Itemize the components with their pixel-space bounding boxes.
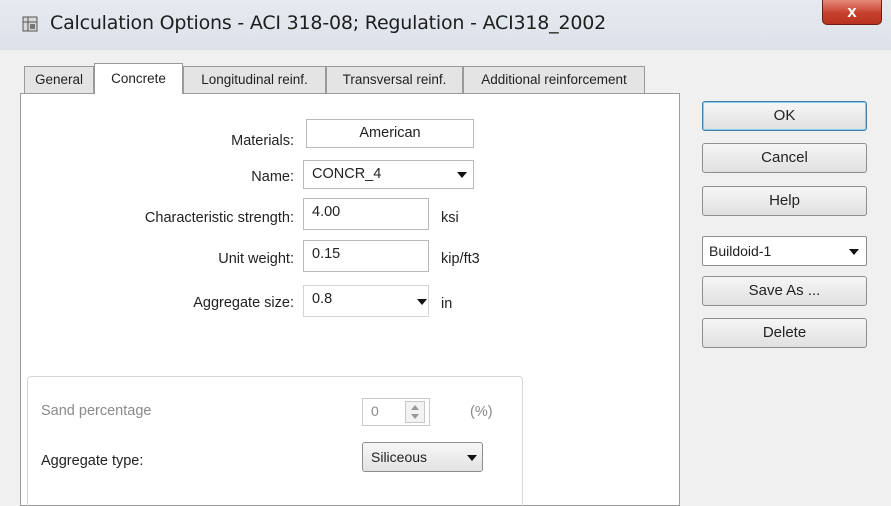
sand-percentage-stepper[interactable]: 0 (362, 398, 430, 426)
tab-transversal-reinf[interactable]: Transversal reinf. (326, 66, 463, 93)
aggregate-group (27, 376, 523, 506)
preset-select[interactable]: Buildoid-1 (702, 236, 867, 266)
chevron-down-icon (849, 249, 859, 255)
materials-field[interactable]: American (306, 119, 474, 148)
aggregate-type-value: Siliceous (371, 449, 428, 465)
calculation-options-dialog: Calculation Options - ACI 318-08; Regula… (0, 0, 891, 506)
app-icon (22, 16, 38, 32)
aggregate-size-label: Aggregate size: (193, 295, 294, 311)
strength-input[interactable]: 4.00 (303, 198, 429, 230)
materials-label: Materials: (231, 133, 294, 149)
name-select[interactable]: CONCR_4 (303, 160, 474, 189)
title-bar: Calculation Options - ACI 318-08; Regula… (0, 0, 891, 50)
chevron-down-icon (457, 172, 467, 178)
unit-weight-input[interactable]: 0.15 (303, 240, 429, 272)
tab-additional-reinforcement[interactable]: Additional reinforcement (463, 66, 645, 93)
delete-button[interactable]: Delete (702, 318, 867, 348)
sand-percentage-unit: (%) (470, 404, 493, 420)
spin-down-icon (411, 414, 419, 419)
window-title: Calculation Options - ACI 318-08; Regula… (50, 12, 607, 34)
ok-button[interactable]: OK (702, 101, 867, 131)
save-as-button[interactable]: Save As ... (702, 276, 867, 306)
aggregate-size-value: 0.8 (312, 291, 333, 307)
help-button[interactable]: Help (702, 186, 867, 216)
unit-weight-label: Unit weight: (218, 251, 294, 267)
sand-percentage-value: 0 (371, 403, 379, 419)
tab-longitudinal-reinf[interactable]: Longitudinal reinf. (183, 66, 326, 93)
name-label: Name: (251, 169, 294, 185)
chevron-down-icon (467, 455, 477, 461)
unit-weight-unit: kip/ft3 (441, 251, 480, 267)
aggregate-type-label: Aggregate type: (41, 453, 144, 469)
spin-up-icon (411, 405, 419, 410)
strength-unit: ksi (441, 210, 459, 226)
aggregate-size-select[interactable]: 0.8 (303, 285, 429, 317)
sand-percentage-label: Sand percentage (41, 403, 152, 419)
spin-buttons[interactable] (405, 401, 425, 423)
strength-label: Characteristic strength: (144, 210, 294, 226)
aggregate-size-unit: in (441, 296, 453, 312)
chevron-down-icon (417, 299, 427, 305)
tab-general[interactable]: General (24, 66, 94, 93)
name-select-value: CONCR_4 (312, 166, 382, 182)
close-button[interactable]: x (822, 0, 882, 25)
cancel-button[interactable]: Cancel (702, 143, 867, 173)
tab-concrete[interactable]: Concrete (94, 63, 183, 94)
preset-select-value: Buildoid-1 (709, 243, 772, 259)
aggregate-type-select[interactable]: Siliceous (362, 442, 483, 472)
